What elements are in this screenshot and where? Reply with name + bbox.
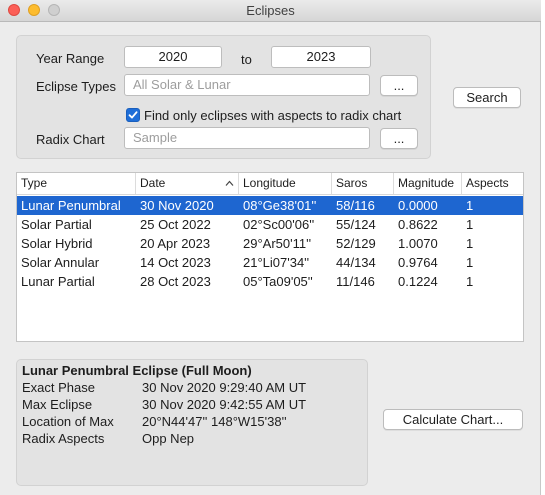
cell-longitude: 08°Ge38'01'': [243, 198, 317, 213]
column-header-aspects[interactable]: Aspects: [462, 173, 523, 194]
eclipse-types-label: Eclipse Types: [36, 79, 116, 94]
cell-longitude: 02°Sc00'06'': [243, 217, 315, 232]
eclipse-results-table[interactable]: Type Date Longitude Saros Magnitude Aspe…: [16, 172, 524, 342]
table-row[interactable]: Lunar Partial 28 Oct 2023 05°Ta09'05'' 11/1…: [17, 272, 523, 291]
radix-chart-field[interactable]: Sample: [124, 127, 370, 149]
eclipse-details-panel: Lunar Penumbral Eclipse (Full Moon) Exac…: [16, 359, 368, 486]
cell-magnitude: 0.1224: [398, 274, 438, 289]
window-title: Eclipses: [246, 3, 295, 18]
cell-saros: 11/146: [336, 274, 375, 289]
radix-chart-browse-button[interactable]: ...: [380, 128, 418, 149]
to-label: to: [241, 52, 252, 67]
cell-aspects: 1: [466, 236, 474, 251]
eclipses-window: Eclipses Year Range 2020 to 2023 Eclipse…: [0, 0, 541, 495]
column-header-saros[interactable]: Saros: [332, 173, 394, 194]
cell-date: 25 Oct 2022: [140, 217, 211, 232]
table-row[interactable]: Solar Annular 14 Oct 2023 21°Li07'34'' 44/1…: [17, 253, 523, 272]
cell-type: Lunar Penumbral: [21, 198, 121, 213]
table-row[interactable]: Lunar Penumbral 30 Nov 2020 08°Ge38'01'' 58…: [17, 196, 523, 215]
eclipse-types-browse-button[interactable]: ...: [380, 75, 418, 96]
radix-chart-label: Radix Chart: [36, 132, 105, 147]
year-range-label: Year Range: [36, 51, 105, 66]
column-header-longitude[interactable]: Longitude: [239, 173, 332, 194]
eclipse-types-field[interactable]: All Solar & Lunar: [124, 74, 370, 96]
detail-label-location-of-max: Location of Max: [22, 414, 114, 429]
cell-magnitude: 0.8622: [398, 217, 438, 232]
cell-date: 14 Oct 2023: [140, 255, 211, 270]
cell-date: 30 Nov 2020: [140, 198, 214, 213]
cell-aspects: 1: [466, 198, 474, 213]
cell-date: 20 Apr 2023: [140, 236, 211, 251]
detail-value-location-of-max: 20°N44'47'' 148°W15'38'': [142, 414, 287, 429]
cell-saros: 44/134: [336, 255, 376, 270]
year-to-field[interactable]: 2023: [271, 46, 371, 68]
title-bar: Eclipses: [0, 0, 541, 22]
search-button[interactable]: Search: [453, 87, 521, 108]
cell-aspects: 1: [466, 274, 474, 289]
table-row[interactable]: Solar Hybrid 20 Apr 2023 29°Ar50'11'' 52/12…: [17, 234, 523, 253]
detail-label-max-eclipse: Max Eclipse: [22, 397, 93, 412]
calculate-chart-button[interactable]: Calculate Chart...: [383, 409, 523, 430]
cell-magnitude: 0.9764: [398, 255, 438, 270]
details-heading: Lunar Penumbral Eclipse (Full Moon): [22, 363, 252, 378]
cell-type: Solar Partial: [21, 217, 92, 232]
aspects-checkbox-label[interactable]: Find only eclipses with aspects to radix…: [144, 108, 401, 123]
year-from-field[interactable]: 2020: [124, 46, 222, 68]
detail-value-exact-phase: 30 Nov 2020 9:29:40 AM UT: [142, 380, 307, 395]
cell-date: 28 Oct 2023: [140, 274, 211, 289]
cell-magnitude: 0.0000: [398, 198, 438, 213]
column-header-date[interactable]: Date: [136, 173, 239, 194]
column-header-magnitude[interactable]: Magnitude: [394, 173, 462, 194]
table-row[interactable]: Solar Partial 25 Oct 2022 02°Sc00'06'' 55/1…: [17, 215, 523, 234]
cell-longitude: 05°Ta09'05'': [243, 274, 313, 289]
cell-type: Solar Annular: [21, 255, 100, 270]
detail-label-exact-phase: Exact Phase: [22, 380, 95, 395]
cell-longitude: 21°Li07'34'': [243, 255, 310, 270]
column-header-type[interactable]: Type: [17, 173, 136, 194]
column-header-date-label: Date: [140, 176, 166, 190]
detail-value-max-eclipse: 30 Nov 2020 9:42:55 AM UT: [142, 397, 307, 412]
table-header: Type Date Longitude Saros Magnitude Aspe…: [17, 173, 523, 195]
cell-type: Solar Hybrid: [21, 236, 93, 251]
cell-saros: 52/129: [336, 236, 376, 251]
detail-label-radix-aspects: Radix Aspects: [22, 431, 105, 446]
cell-aspects: 1: [466, 255, 474, 270]
cell-magnitude: 1.0070: [398, 236, 438, 251]
cell-saros: 55/124: [336, 217, 376, 232]
cell-aspects: 1: [466, 217, 474, 232]
cell-longitude: 29°Ar50'11'': [243, 236, 312, 251]
detail-value-radix-aspects: Opp Nep: [142, 431, 195, 446]
checkmark-icon: [128, 111, 138, 119]
aspects-checkbox[interactable]: [126, 108, 140, 122]
cell-saros: 58/116: [336, 198, 375, 213]
cell-type: Lunar Partial: [21, 274, 95, 289]
